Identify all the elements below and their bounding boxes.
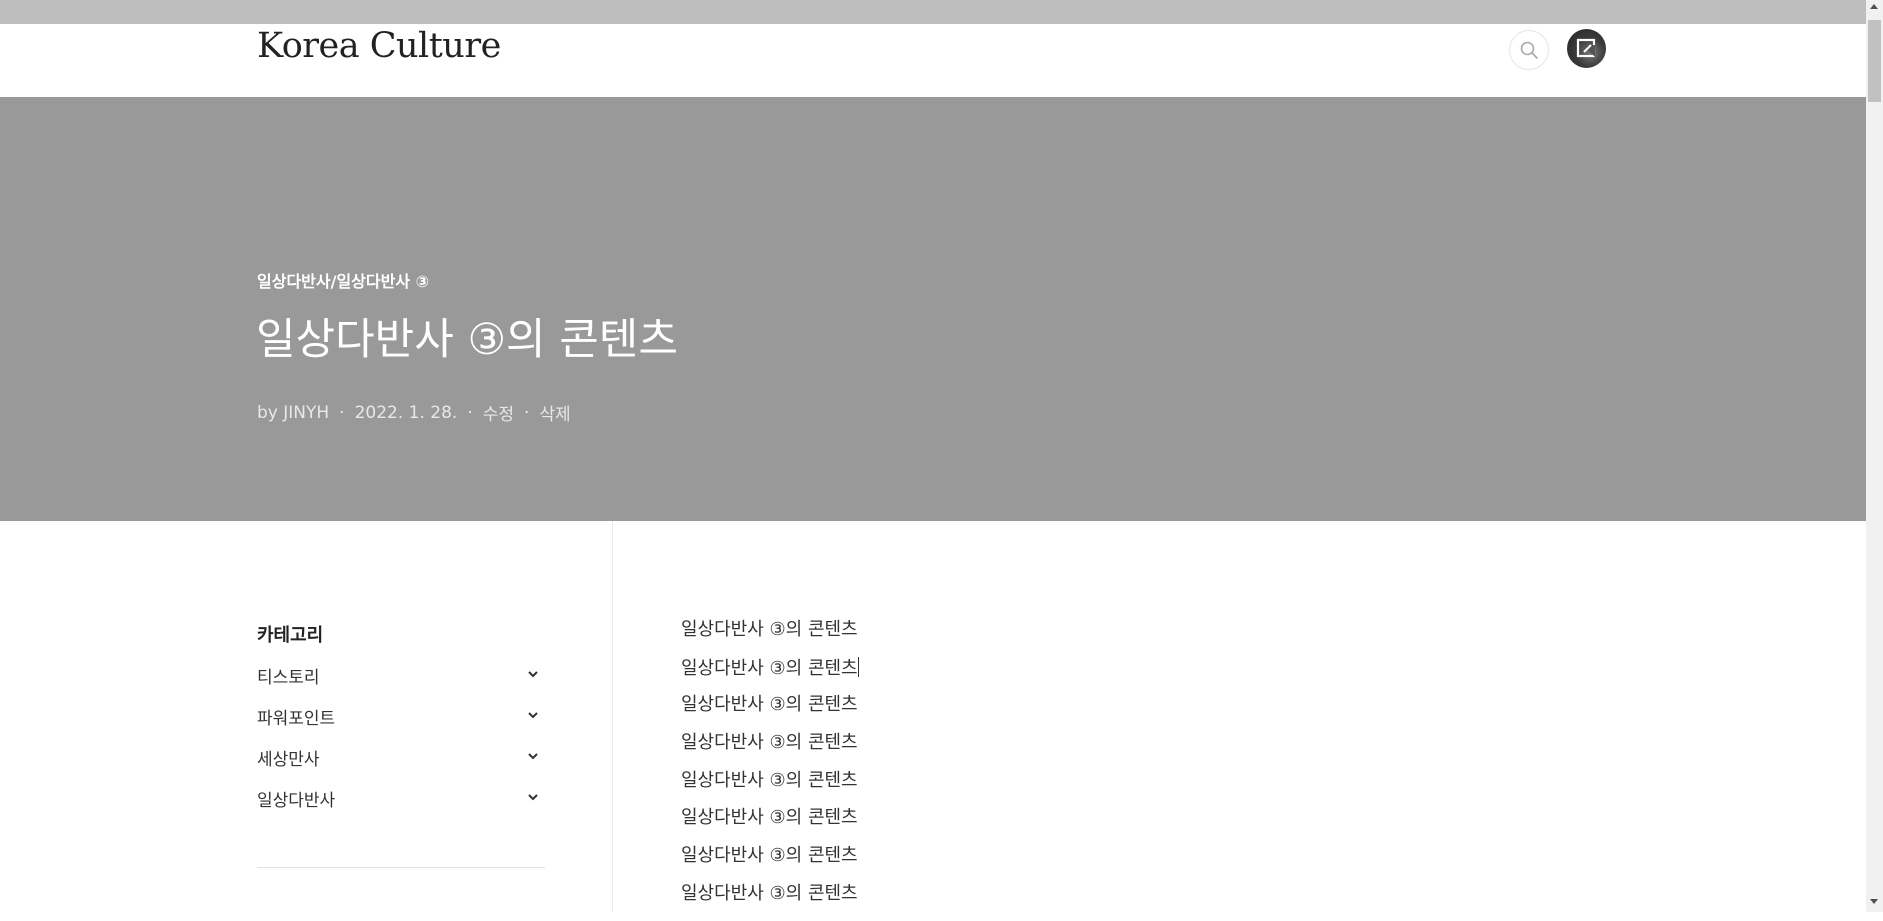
post-hero: 일상다반사/일상다반사 ③ 일상다반사 ③의 콘텐츠 by JINYH · 20… [0,97,1866,521]
content-line: 일상다반사 ③의 콘텐츠 [681,845,858,867]
sidebar-item-label: 세상만사 [257,750,320,770]
profile-avatar[interactable] [1567,29,1606,68]
content-line: 일상다반사 ③의 콘텐츠 [681,619,858,640]
search-button[interactable] [1509,30,1549,70]
content-line: 일상다반사 ③의 콘텐츠 [681,694,858,716]
site-logo[interactable]: Korea Culture [257,26,501,66]
post-content[interactable]: 일상다반사 ③의 콘텐츠 일상다반사 ③의 콘텐츠 일상다반사 ③의 콘텐츠 일… [681,619,859,921]
page-scrollbar[interactable] [1866,0,1883,912]
post-author: by JINYH [257,402,330,423]
content-line: 일상다반사 ③의 콘텐츠 [681,882,858,904]
category-sidebar: 카테고리 티스토리 파워포인트 세상만사 일상다반사 [257,621,545,827]
sidebar-item-label: 티스토리 [257,668,320,688]
scrollbar-thumb[interactable] [1868,20,1881,102]
sidebar-item-powerpoint[interactable]: 파워포인트 [257,704,545,745]
edit-link[interactable]: 수정 [483,400,514,425]
page-title: 일상다반사 ③의 콘텐츠 [256,315,678,365]
meta-separator: · [524,402,530,423]
scroll-down-icon[interactable] [1870,899,1878,904]
post-meta: by JINYH · 2022. 1. 28. · 수정 · 삭제 [257,400,571,426]
content-line: 일상다반사 ③의 콘텐츠 [681,807,858,829]
meta-separator: · [467,402,473,423]
content-line-text: 일상다반사 ③의 콘텐츠 [681,657,858,679]
meta-separator: · [339,402,345,423]
sidebar-item-tistory[interactable]: 티스토리 [257,663,545,704]
content-line-with-caret: 일상다반사 ③의 콘텐츠 [681,656,859,695]
chevron-down-icon[interactable] [526,790,540,804]
sidebar-item-world[interactable]: 세상만사 [257,745,545,786]
text-caret [857,656,859,677]
sidebar-item-daily[interactable]: 일상다반사 [257,786,545,827]
search-icon [1520,41,1538,59]
sidebar-item-label: 파워포인트 [257,709,336,729]
browser-top-strip [0,0,1866,24]
content-line: 일상다반사 ③의 콘텐츠 [681,732,858,754]
post-date: 2022. 1. 28. [354,402,458,423]
site-header: Korea Culture [0,24,1866,97]
sidebar-item-label: 일상다반사 [257,791,336,811]
sidebar-divider [257,867,545,868]
chevron-down-icon[interactable] [526,667,540,681]
scroll-up-icon[interactable] [1870,4,1878,9]
category-heading: 카테고리 [257,625,324,646]
content-line: 일상다반사 ③의 콘텐츠 [681,769,858,791]
delete-link[interactable]: 삭제 [539,400,570,425]
chevron-down-icon[interactable] [526,708,540,722]
column-divider [612,521,613,912]
breadcrumb[interactable]: 일상다반사/일상다반사 ③ [257,268,429,292]
profile-avatar-icon [1576,38,1595,57]
chevron-down-icon[interactable] [526,749,540,763]
